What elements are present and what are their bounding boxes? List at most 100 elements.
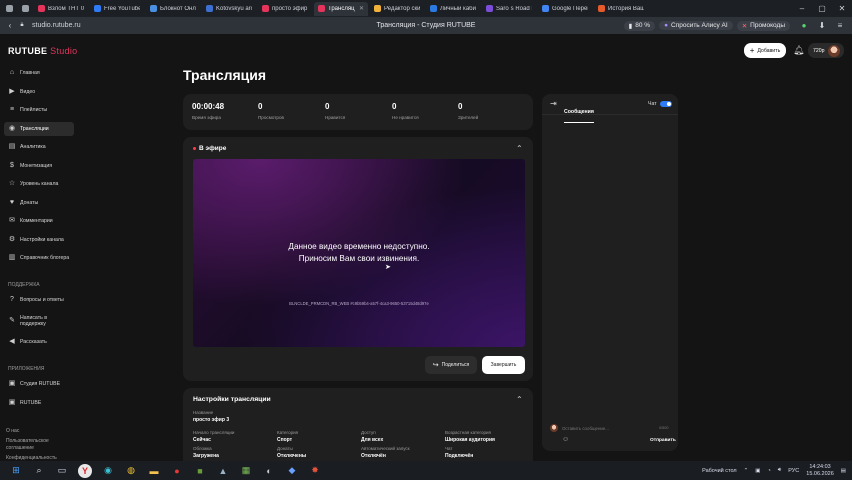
balance-badge[interactable]: 720р [808, 43, 844, 58]
settings-icon: ⚙ [8, 235, 16, 243]
notification-bell-icon[interactable]: 🔔︎ [793, 45, 804, 56]
chat-toggle[interactable]: Чат [648, 101, 672, 107]
search-icon[interactable]: ⌕ [32, 464, 46, 478]
maximize-button[interactable]: ▢ [812, 4, 832, 13]
settings-field: Автоматический запуск Отключён [361, 446, 410, 459]
tab-favicon-icon [598, 5, 605, 12]
sidebar-item[interactable]: ◉ Трансляции [4, 121, 74, 136]
tab-label: История Ваше [608, 5, 644, 12]
char-counter: 0/500 [659, 426, 669, 430]
settings-field: Донаты Отключены [277, 446, 306, 459]
sidebar-item[interactable]: ✉ Комментарии [4, 214, 74, 228]
browser-tab[interactable]: Личный кабин [426, 2, 480, 16]
clock[interactable]: 14:24:03 15.06.2026 [806, 464, 834, 478]
app-icon-1[interactable]: ● [170, 464, 184, 478]
browser-tab[interactable]: Взлом ТНТ 0 [34, 2, 88, 16]
browser-tab[interactable]: Kotovskyu arc [202, 2, 256, 16]
tab-favicon-icon [94, 5, 101, 12]
tab-label: Saro´s Road I [496, 5, 532, 12]
browser-tab[interactable] [18, 2, 32, 16]
tab-favicon-icon [430, 5, 437, 12]
avatar[interactable] [827, 44, 840, 57]
chat-toggle-switch[interactable] [659, 101, 672, 107]
network-icon[interactable]: ◔ [767, 468, 770, 474]
mouse-cursor-icon: ➤ [385, 264, 391, 271]
chat-message-input[interactable] [562, 424, 654, 432]
sidebar-item[interactable]: ⚙ Настройки канала [4, 233, 74, 247]
app-icon-6[interactable]: ✸ [308, 464, 322, 478]
footer-terms-link[interactable]: Пользовательское соглашение [6, 438, 66, 452]
rutube-studio-logo[interactable]: RUTUBE Studio [8, 46, 77, 56]
sidebar-item[interactable]: ♥ Донаты [4, 196, 74, 210]
rutube-app-icon: ▣ [8, 398, 16, 406]
app-icon-2[interactable]: ▲ [216, 464, 230, 478]
yandex-browser-icon[interactable]: Y [78, 463, 92, 478]
tab-label: Блокнот Онла [160, 5, 196, 12]
app-icon-3[interactable]: ▦ [239, 464, 253, 478]
sidebar-item[interactable]: ☆ Уровень канала [4, 177, 74, 191]
edge-icon[interactable]: ◉ [101, 464, 115, 478]
sidebar-item[interactable]: ? Вопросы и ответы [4, 293, 74, 307]
chat-panel: ⇥ Сообщения Чат 0/500 ☺ Отправить [542, 94, 678, 451]
sidebar-item[interactable]: ▥ Справочник блогера [4, 251, 74, 265]
sidebar-item[interactable]: ▶ Видео [4, 85, 74, 99]
browser-tab[interactable]: История Ваше [594, 2, 648, 16]
sidebar-item[interactable]: ▣ Студия RUTUBE [4, 377, 74, 391]
app-icon-4[interactable]: ◐ [262, 464, 276, 478]
support-heading: ПОДДЕРЖКА [8, 282, 40, 288]
minecraft-icon[interactable]: ■ [193, 464, 207, 478]
browser-tab[interactable]: Блокнот Онла [146, 2, 200, 16]
sidebar-item[interactable]: ⌂ Главная [4, 66, 74, 80]
app-icon-5[interactable]: ◆ [285, 464, 299, 478]
browser-tab[interactable] [2, 2, 16, 16]
close-window-button[interactable]: ✕ [832, 4, 852, 13]
chrome-icon[interactable]: ◍ [124, 464, 138, 478]
minimize-button[interactable]: – [792, 4, 812, 13]
sidebar-item[interactable]: ◀ Рассказать [4, 335, 74, 349]
desktop-label[interactable]: Рабочий стол [702, 468, 737, 474]
sidebar-item[interactable]: ✎ Написать в поддержку [4, 312, 74, 330]
explorer-icon[interactable]: ▬ [147, 464, 161, 478]
browser-tab[interactable]: Saro´s Road I [482, 2, 536, 16]
emoji-icon[interactable]: ☺ [562, 436, 569, 443]
sidebar-item-label: Студия RUTUBE [20, 381, 61, 387]
tab-favicon-icon [318, 5, 325, 12]
footer-about-link[interactable]: О нас [6, 428, 66, 435]
notifications-icon[interactable]: ▤ [841, 468, 846, 474]
collapse-live-button[interactable]: ⌃ [516, 144, 523, 153]
collapse-chat-icon[interactable]: ⇥ [550, 99, 557, 108]
stat-label: Нравится [325, 115, 346, 120]
sidebar-item[interactable]: ▣ RUTUBE [4, 396, 74, 410]
live-dot-icon [193, 147, 196, 150]
donate-icon: ♥ [9, 198, 15, 206]
send-button[interactable]: Отправить [650, 438, 676, 443]
browser-tab[interactable]: Google Перев [538, 2, 592, 16]
add-button[interactable]: + Добавить [744, 43, 786, 58]
settings-field-key: Категория [277, 430, 299, 435]
finish-button[interactable]: Завершить [482, 356, 525, 374]
browser-tab[interactable]: Free YouTube [90, 2, 144, 16]
browser-tab[interactable]: Редактор ски [370, 2, 424, 16]
stat-label: Зрителей [458, 115, 479, 120]
sidebar-item[interactable]: $ Монетизация [4, 159, 74, 173]
browser-tab[interactable]: просто эфир [258, 2, 312, 16]
tab-label: Google Перев [552, 5, 588, 12]
sidebar-item[interactable]: ≡ Плейлисты [4, 103, 74, 117]
tray-app-icon[interactable]: ▣ [755, 468, 760, 474]
video-player[interactable]: Данное видео временно недоступно. Принос… [193, 159, 525, 347]
share-button[interactable]: ↪ Поделиться [425, 356, 477, 374]
megaphone-icon: ◀ [9, 338, 15, 345]
stat-label: Время эфира [192, 115, 221, 120]
tab-label: Личный кабин [440, 5, 476, 12]
close-tab-icon[interactable]: ✕ [359, 5, 364, 12]
collapse-settings-button[interactable]: ⌃ [516, 395, 523, 404]
sidebar-item[interactable]: ▤ Аналитика [4, 140, 74, 154]
windows-start-icon[interactable]: ⊞ [9, 464, 23, 478]
chat-toggle-label: Чат [648, 101, 657, 107]
volume-icon[interactable]: 🔊︎ [778, 467, 781, 474]
tab-messages[interactable]: Сообщения [564, 100, 594, 123]
browser-tab[interactable]: Трансляц ✕ [314, 1, 368, 16]
tray-chevron-icon[interactable]: ⌃ [744, 468, 749, 474]
language-indicator[interactable]: РУС [788, 468, 799, 474]
task-view-icon[interactable]: ▭ [55, 464, 69, 478]
